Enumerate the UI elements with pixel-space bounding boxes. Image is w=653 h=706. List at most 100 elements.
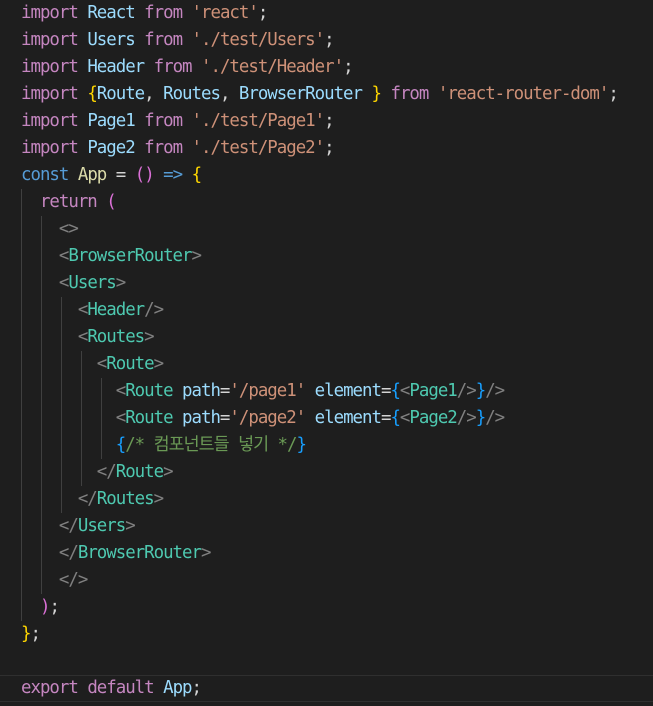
code-line[interactable]: <Routes> bbox=[0, 324, 653, 351]
code-token: , bbox=[219, 84, 239, 104]
code-text: </Routes> bbox=[21, 486, 164, 513]
code-line[interactable]: <Route> bbox=[0, 351, 653, 378]
code-line[interactable]: </BrowserRouter> bbox=[0, 540, 653, 567]
code-text: <Users> bbox=[21, 270, 127, 297]
code-line[interactable]: import React from 'react'; bbox=[0, 0, 653, 27]
code-token: > bbox=[125, 516, 136, 536]
code-token: from bbox=[144, 111, 183, 131]
code-text: </BrowserRouter> bbox=[21, 540, 212, 567]
code-line[interactable]: {/* 컴포넌트들 넣기 */} bbox=[0, 432, 653, 459]
code-token: () bbox=[134, 165, 155, 185]
code-token: 'react' bbox=[191, 3, 259, 23]
code-line[interactable]: <Route path='/page2' element={<Page2/>}/… bbox=[0, 405, 653, 432]
code-token: from bbox=[144, 30, 183, 50]
code-line[interactable]: import Page2 from './test/Page2'; bbox=[0, 135, 653, 162]
code-token: /> bbox=[456, 408, 477, 428]
code-line[interactable]: </Users> bbox=[0, 513, 653, 540]
code-token: </ bbox=[77, 489, 98, 509]
code-text: return ( bbox=[21, 189, 117, 216]
code-token: Users bbox=[77, 516, 126, 536]
code-token: Route bbox=[125, 408, 173, 428]
code-token: } bbox=[475, 381, 487, 401]
code-token: default bbox=[87, 678, 154, 698]
code-line[interactable]: import Users from './test/Users'; bbox=[0, 27, 653, 54]
code-token: > bbox=[144, 327, 155, 347]
code-line[interactable]: <Route path='/page1' element={<Page1/>}/… bbox=[0, 378, 653, 405]
code-token: import bbox=[21, 57, 79, 77]
code-token: App bbox=[163, 678, 192, 698]
code-token: </ bbox=[58, 543, 79, 563]
code-token: ; bbox=[343, 57, 354, 77]
code-token: ) bbox=[39, 597, 51, 617]
code-token: import bbox=[21, 138, 79, 158]
code-token: Routes bbox=[96, 489, 155, 509]
code-token: { bbox=[390, 381, 401, 401]
code-line[interactable]: const App = () => { bbox=[0, 162, 653, 189]
code-token: element bbox=[314, 381, 382, 401]
code-token: = bbox=[219, 408, 231, 428]
code-line[interactable] bbox=[0, 648, 653, 675]
code-token: '/page2' bbox=[229, 408, 306, 428]
code-line[interactable]: ); bbox=[0, 594, 653, 621]
code-token: Route bbox=[96, 84, 145, 104]
code-token: = bbox=[380, 408, 392, 428]
code-token: < bbox=[96, 354, 108, 374]
code-text: <Route path='/page2' element={<Page2/>}/… bbox=[21, 405, 505, 432]
code-line[interactable]: return ( bbox=[0, 189, 653, 216]
code-text: <Route path='/page1' element={<Page1/>}/… bbox=[21, 378, 505, 405]
code-line[interactable]: </> bbox=[0, 567, 653, 594]
code-token: > bbox=[115, 273, 127, 293]
code-token: ; bbox=[608, 84, 619, 104]
code-line[interactable]: }; bbox=[0, 621, 653, 648]
code-text: import React from 'react'; bbox=[21, 0, 268, 27]
code-line[interactable]: import Header from './test/Header'; bbox=[0, 54, 653, 81]
code-token: return bbox=[39, 192, 98, 212]
code-editor[interactable]: import React from 'react'; import Users f… bbox=[0, 0, 653, 706]
code-line[interactable]: export default App; bbox=[0, 675, 653, 702]
code-token: Page1 bbox=[409, 381, 457, 401]
code-token: from bbox=[390, 84, 429, 104]
code-line[interactable]: import {Route, Routes, BrowserRouter } f… bbox=[0, 81, 653, 108]
code-line[interactable]: </Routes> bbox=[0, 486, 653, 513]
code-line[interactable]: <Users> bbox=[0, 270, 653, 297]
code-token: /* 컴포넌트들 넣기 */ bbox=[125, 435, 297, 455]
code-line[interactable]: </Route> bbox=[0, 459, 653, 486]
code-token: Header bbox=[87, 300, 145, 320]
code-line[interactable]: <> bbox=[0, 216, 653, 243]
code-token: > bbox=[200, 543, 212, 563]
code-line[interactable]: <BrowserRouter> bbox=[0, 243, 653, 270]
code-token: export bbox=[21, 678, 79, 698]
code-token: ( bbox=[106, 192, 117, 212]
code-token: element bbox=[314, 408, 382, 428]
code-line[interactable]: <Header/> bbox=[0, 297, 653, 324]
code-token: /> bbox=[456, 381, 477, 401]
code-line[interactable]: import Page1 from './test/Page1'; bbox=[0, 108, 653, 135]
